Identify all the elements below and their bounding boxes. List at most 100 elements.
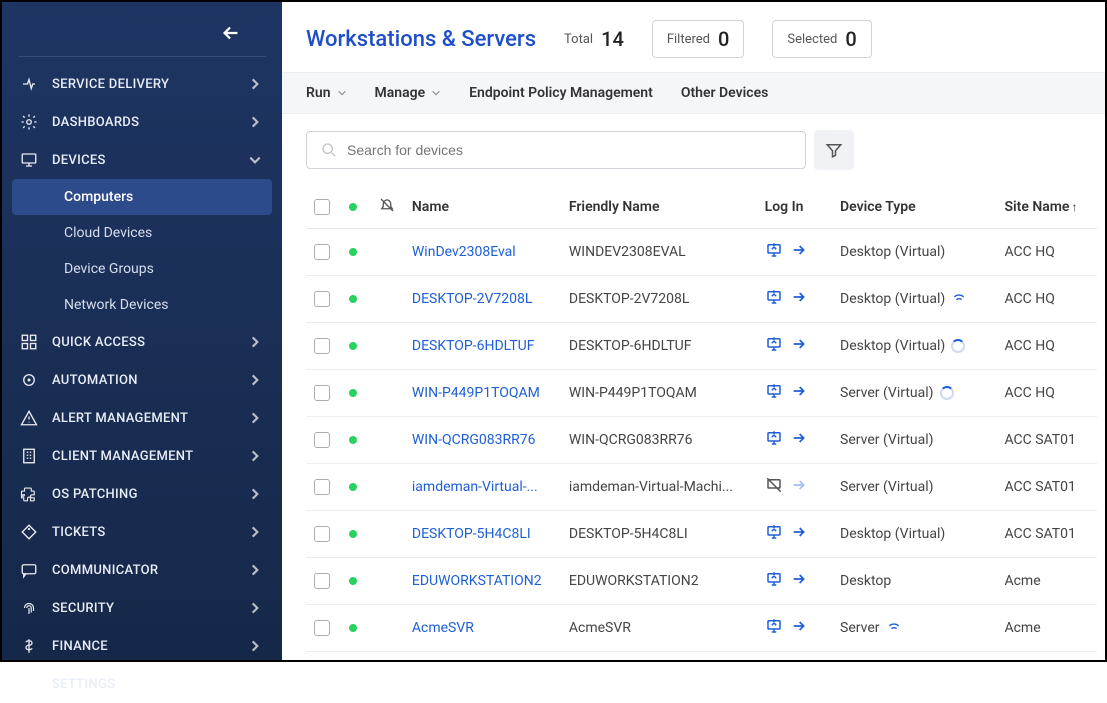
device-type: Server	[840, 618, 988, 638]
friendly-name: WIN-QCRG083RR76	[569, 432, 749, 448]
nav-subitem[interactable]: Network Devices	[12, 287, 272, 323]
nav-subitem[interactable]: Computers	[12, 179, 272, 215]
nav-subitem[interactable]: Device Groups	[12, 251, 272, 287]
web-login-icon[interactable]	[765, 241, 783, 263]
open-arrow-icon[interactable]	[791, 383, 807, 403]
web-login-icon[interactable]	[765, 288, 783, 310]
nav-item-grid[interactable]: QUICK ACCESS	[2, 323, 282, 361]
nav-label: ALERT MANAGEMENT	[52, 411, 248, 426]
nav-item-puzzle[interactable]: OS PATCHING	[2, 475, 282, 513]
nav-subitem[interactable]: Cloud Devices	[12, 215, 272, 251]
nav-item-gear[interactable]: DASHBOARDS	[2, 103, 282, 141]
row-checkbox[interactable]	[314, 526, 330, 542]
site-name: ACC HQ	[996, 323, 1097, 370]
tool-run[interactable]: Run	[306, 85, 347, 101]
device-name-link[interactable]: WinDev2308Eval	[412, 244, 516, 260]
device-type: Server (Virtual)	[840, 432, 988, 448]
back-arrow-icon[interactable]	[220, 22, 242, 44]
web-login-icon[interactable]	[765, 570, 783, 592]
device-name-link[interactable]: EDUWORKSTATION2	[412, 573, 542, 589]
alert-icon	[20, 409, 38, 427]
table-row: AcmeSVR AcmeSVR Server Acme	[306, 605, 1097, 652]
friendly-name: DESKTOP-2V7208L	[569, 291, 749, 307]
login-cell	[765, 429, 824, 451]
open-arrow-icon[interactable]	[791, 336, 807, 356]
building-icon	[20, 447, 38, 465]
chevron-right-icon	[248, 563, 262, 577]
device-name-link[interactable]: WIN-P449P1TOQAM	[412, 385, 540, 401]
gear-icon	[20, 675, 38, 693]
col-site[interactable]: Site Name↑	[996, 186, 1097, 229]
friendly-name: iamdeman-Virtual-Machi...	[569, 479, 749, 495]
nav-item-building[interactable]: CLIENT MANAGEMENT	[2, 437, 282, 475]
device-name-link[interactable]: WIN-QCRG083RR76	[412, 432, 536, 448]
cog-icon	[20, 371, 38, 389]
status-dot-icon	[349, 342, 357, 350]
col-name[interactable]: Name	[404, 186, 561, 229]
status-dot-icon	[349, 624, 357, 632]
nav-item-alert[interactable]: ALERT MANAGEMENT	[2, 399, 282, 437]
nav-item-service[interactable]: SERVICE DELIVERY	[2, 65, 282, 103]
stat-selected[interactable]: Selected 0	[772, 20, 871, 58]
col-dtype[interactable]: Device Type	[832, 186, 996, 229]
web-login-icon[interactable]	[765, 335, 783, 357]
tool-epm[interactable]: Endpoint Policy Management	[469, 85, 653, 101]
search-input[interactable]	[347, 142, 791, 158]
col-friendly[interactable]: Friendly Name	[561, 186, 757, 229]
row-checkbox[interactable]	[314, 479, 330, 495]
select-all-checkbox[interactable]	[314, 199, 330, 215]
open-arrow-icon[interactable]	[791, 242, 807, 262]
col-login[interactable]: Log In	[757, 186, 832, 229]
tool-manage[interactable]: Manage	[375, 85, 442, 101]
device-name-link[interactable]: AcmeSVR	[412, 620, 474, 636]
device-name-link[interactable]: DESKTOP-6HDLTUF	[412, 338, 535, 354]
nav-item-tag[interactable]: TICKETS	[2, 513, 282, 551]
row-checkbox[interactable]	[314, 620, 330, 636]
nav-item-gear[interactable]: SETTINGS	[2, 665, 282, 703]
nav-item-dollar[interactable]: FINANCE	[2, 627, 282, 665]
web-login-icon[interactable]	[765, 429, 783, 451]
tool-other[interactable]: Other Devices	[681, 85, 768, 101]
table-row: DESKTOP-5H4C8LI DESKTOP-5H4C8LI Desktop …	[306, 511, 1097, 558]
fingerprint-icon	[20, 599, 38, 617]
open-arrow-icon[interactable]	[791, 524, 807, 544]
nav-label: DASHBOARDS	[52, 115, 248, 130]
device-name-link[interactable]: iamdeman-Virtual-...	[412, 479, 538, 495]
web-login-icon[interactable]	[765, 617, 783, 639]
open-arrow-icon[interactable]	[791, 571, 807, 591]
web-login-icon[interactable]	[765, 382, 783, 404]
chevron-right-icon	[248, 601, 262, 615]
nav-label: AUTOMATION	[52, 373, 248, 388]
row-checkbox[interactable]	[314, 244, 330, 260]
row-checkbox[interactable]	[314, 385, 330, 401]
row-checkbox[interactable]	[314, 338, 330, 354]
nav-item-fingerprint[interactable]: SECURITY	[2, 589, 282, 627]
row-checkbox[interactable]	[314, 432, 330, 448]
status-dot-icon	[349, 436, 357, 444]
toolbar: Run Manage Endpoint Policy Management Ot…	[282, 72, 1105, 114]
open-arrow-icon[interactable]	[791, 430, 807, 450]
stat-filtered[interactable]: Filtered 0	[652, 20, 745, 58]
open-arrow-icon[interactable]	[791, 618, 807, 638]
device-name-link[interactable]: DESKTOP-2V7208L	[412, 291, 533, 307]
search-box[interactable]	[306, 131, 806, 169]
chevron-right-icon	[248, 335, 262, 349]
friendly-name: EDUWORKSTATION2	[569, 573, 749, 589]
friendly-name: WIN-P449P1TOQAM	[569, 385, 749, 401]
nav-item-cog[interactable]: AUTOMATION	[2, 361, 282, 399]
status-dot-icon	[349, 530, 357, 538]
device-type: Desktop (Virtual)	[840, 338, 988, 354]
device-name-link[interactable]: DESKTOP-5H4C8LI	[412, 526, 531, 542]
site-name: ACC HQ	[996, 229, 1097, 276]
open-arrow-icon[interactable]	[791, 477, 807, 497]
row-checkbox[interactable]	[314, 573, 330, 589]
chevron-right-icon	[248, 487, 262, 501]
nav-item-monitor[interactable]: DEVICES	[2, 141, 282, 179]
open-arrow-icon[interactable]	[791, 289, 807, 309]
nav-label: SETTINGS	[52, 677, 248, 692]
filter-button[interactable]	[814, 130, 854, 170]
nav-item-chat[interactable]: COMMUNICATOR	[2, 551, 282, 589]
chevron-right-icon	[248, 373, 262, 387]
row-checkbox[interactable]	[314, 291, 330, 307]
web-login-icon[interactable]	[765, 523, 783, 545]
